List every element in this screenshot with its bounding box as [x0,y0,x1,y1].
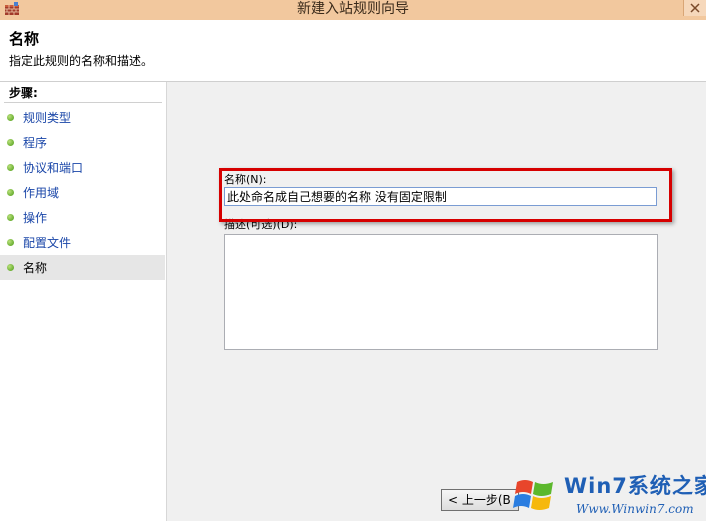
wizard-header: 名称 指定此规则的名称和描述。 [0,20,706,82]
step-label: 配置文件 [23,236,72,250]
step-profile[interactable]: 配置文件 [0,230,165,255]
step-rule-type[interactable]: 规则类型 [0,105,165,130]
bullet-icon [7,264,14,271]
step-label: 操作 [23,211,48,225]
bullet-icon [7,139,14,146]
steps-panel: 步骤: 规则类型 程序 协议和端口 作用域 操作 配置文件 名称 [0,82,167,521]
bullet-icon [7,114,14,121]
window-title: 新建入站规则向导 [297,1,409,17]
step-protocol-port[interactable]: 协议和端口 [0,155,165,180]
step-label: 作用域 [23,186,60,200]
windows-logo-icon [513,480,553,510]
step-action[interactable]: 操作 [0,205,165,230]
step-label: 程序 [23,136,48,150]
step-program[interactable]: 程序 [0,130,165,155]
description-textarea[interactable] [224,234,658,350]
step-label: 名称 [23,261,48,275]
bullet-icon [7,239,14,246]
steps-divider [4,102,162,103]
title-bar: 新建入站规则向导 [0,0,706,20]
steps-title: 步骤: [9,86,38,100]
step-scope[interactable]: 作用域 [0,180,165,205]
watermark-text: Win7系统之家 [564,474,706,498]
step-label: 规则类型 [23,111,72,125]
bullet-icon [7,164,14,171]
step-label: 协议和端口 [23,161,84,175]
watermark: Win7系统之家 Www.Winwin7.com [476,468,706,521]
bullet-icon [7,189,14,196]
watermark-url: Www.Winwin7.com [576,502,694,516]
page-title: 名称 [9,30,40,48]
page-description: 指定此规则的名称和描述。 [9,54,154,68]
step-name[interactable]: 名称 [0,255,165,280]
annotation-highlight-box [219,168,672,222]
bullet-icon [7,214,14,221]
close-icon [690,3,700,13]
close-button[interactable] [683,0,706,16]
